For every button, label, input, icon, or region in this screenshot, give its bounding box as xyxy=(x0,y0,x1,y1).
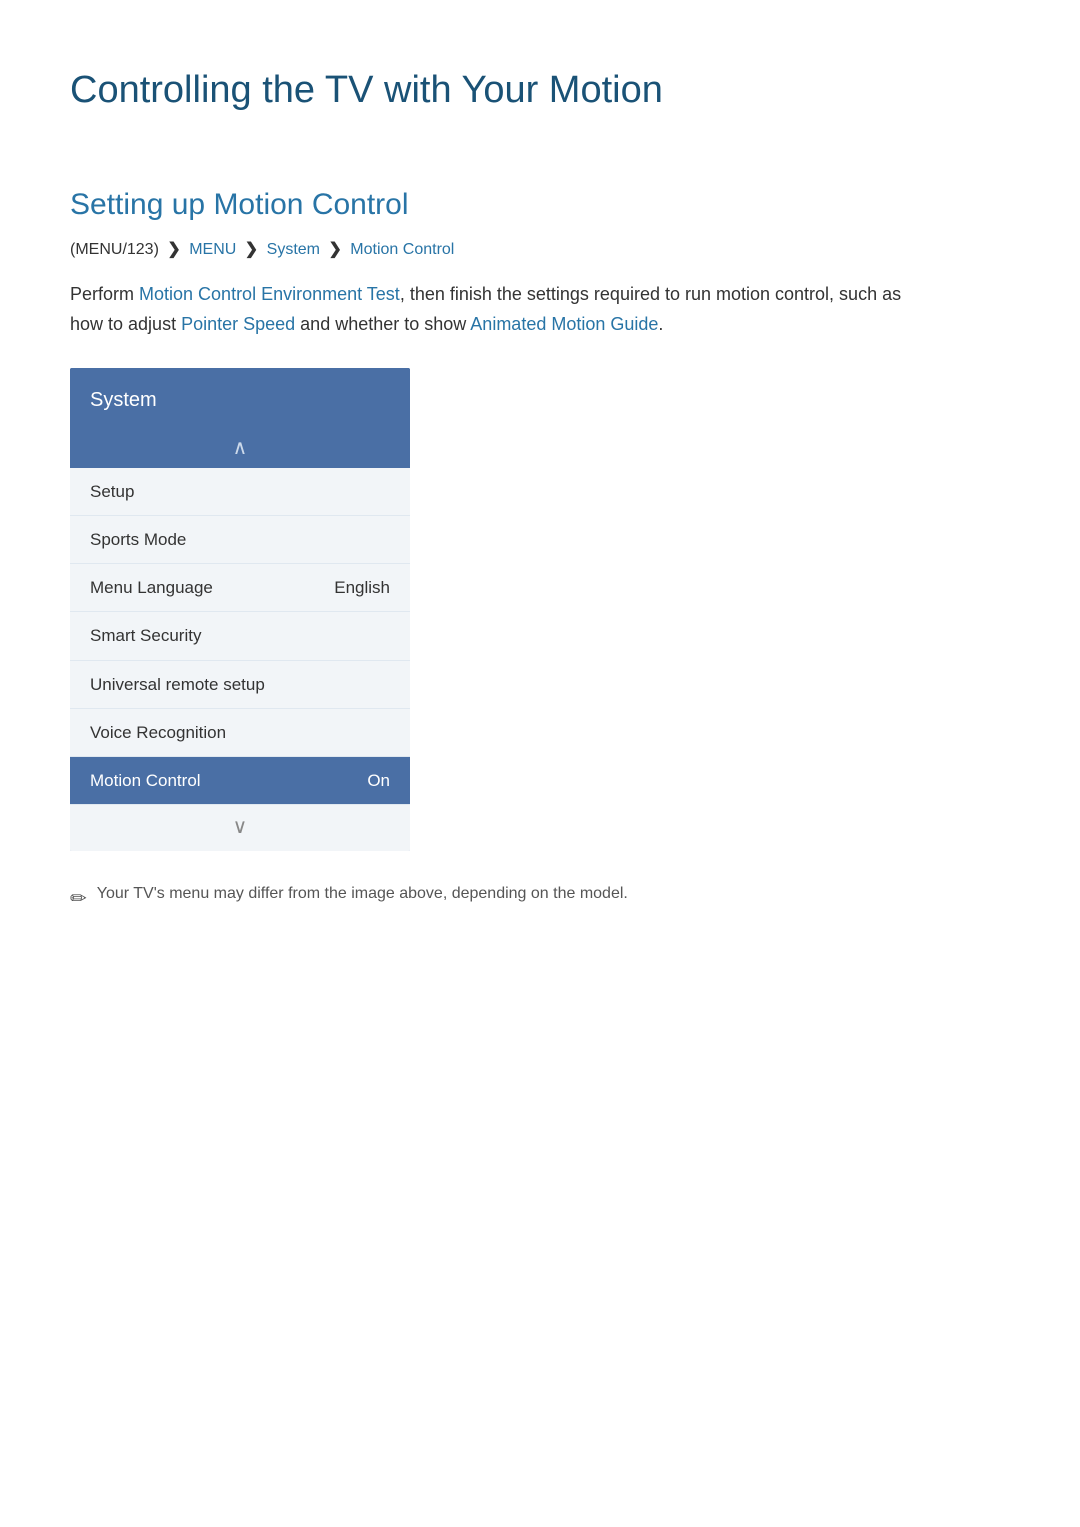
menu-item-universal-remote: Universal remote setup xyxy=(70,661,410,709)
down-chevron-icon: ∨ xyxy=(233,811,248,843)
page-title: Controlling the TV with Your Motion xyxy=(70,60,1010,131)
breadcrumb-chevron-1: ❯ xyxy=(167,241,185,258)
section-title: Setting up Motion Control xyxy=(70,181,1010,229)
menu-arrow-up: ∧ xyxy=(70,426,410,468)
menu-arrow-down: ∨ xyxy=(70,805,410,851)
menu-header: System xyxy=(70,368,410,426)
menu-item-language-value: English xyxy=(334,574,390,601)
breadcrumb-chevron-3: ❯ xyxy=(328,241,346,258)
breadcrumb: (MENU/123) ❯ MENU ❯ System ❯ Motion Cont… xyxy=(70,237,1010,263)
menu-item-language-label: Menu Language xyxy=(90,574,213,601)
menu-item-setup: Setup xyxy=(70,468,410,516)
link-animated-guide: Animated Motion Guide xyxy=(470,314,658,334)
breadcrumb-chevron-2: ❯ xyxy=(245,241,263,258)
system-menu: System ∧ Setup Sports Mode Menu Language… xyxy=(70,368,410,851)
description: Perform Motion Control Environment Test,… xyxy=(70,280,930,339)
menu-item-menu-language: Menu Language English xyxy=(70,564,410,612)
breadcrumb-system: System xyxy=(267,241,320,258)
breadcrumb-motion-control: Motion Control xyxy=(350,241,454,258)
breadcrumb-prefix: (MENU/123) xyxy=(70,241,159,258)
menu-item-smart-security: Smart Security xyxy=(70,612,410,660)
menu-item-setup-label: Setup xyxy=(90,478,134,505)
menu-item-motion-control: Motion Control On xyxy=(70,757,410,805)
menu-items-list: Setup Sports Mode Menu Language English … xyxy=(70,468,410,851)
link-environment-test: Motion Control Environment Test xyxy=(139,284,400,304)
menu-item-sports-mode: Sports Mode xyxy=(70,516,410,564)
menu-item-universal-label: Universal remote setup xyxy=(90,671,265,698)
note-row: ✏ Your TV's menu may differ from the ima… xyxy=(70,881,1010,915)
menu-item-motion-value: On xyxy=(367,767,390,794)
note-text: Your TV's menu may differ from the image… xyxy=(97,881,628,907)
up-chevron-icon: ∧ xyxy=(233,432,248,464)
menu-item-security-label: Smart Security xyxy=(90,622,201,649)
pencil-icon: ✏ xyxy=(70,883,87,915)
link-pointer-speed: Pointer Speed xyxy=(181,314,295,334)
menu-item-motion-label: Motion Control xyxy=(90,767,201,794)
menu-item-voice-recognition: Voice Recognition xyxy=(70,709,410,757)
breadcrumb-menu: MENU xyxy=(189,241,236,258)
menu-item-voice-label: Voice Recognition xyxy=(90,719,226,746)
menu-item-sports-mode-label: Sports Mode xyxy=(90,526,186,553)
